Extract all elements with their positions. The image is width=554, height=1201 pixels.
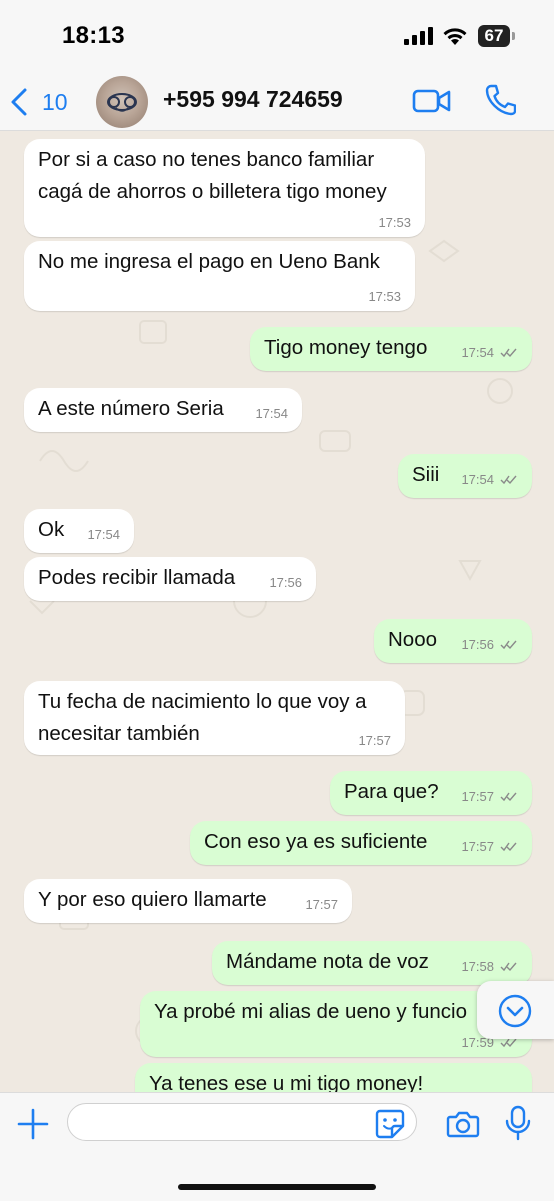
double-check-icon [500, 842, 517, 852]
incoming-message[interactable]: Y por eso quiero llamarte 17:57 [24, 879, 352, 923]
message-time: 17:54 [255, 406, 288, 421]
message-time: 17:53 [368, 289, 401, 304]
outgoing-message[interactable]: Para que? 17:57 [330, 771, 532, 815]
message-text: A este número Seria [38, 397, 224, 420]
phone-icon[interactable] [484, 83, 516, 117]
message-text: Y por eso quiero llamarte [38, 888, 267, 911]
message-text: cagá de ahorros o billetera tigo money [38, 180, 387, 203]
incoming-message[interactable]: A este número Seria 17:54 [24, 388, 302, 432]
double-check-icon [500, 962, 517, 972]
video-camera-icon[interactable] [412, 86, 452, 116]
incoming-message[interactable]: Ok 17:54 [24, 509, 134, 553]
outgoing-message[interactable]: Mándame nota de voz 17:58 [212, 941, 532, 985]
status-bar: 18:13 67 [0, 0, 554, 74]
message-time: 17:53 [378, 215, 411, 230]
wifi-icon [443, 28, 467, 45]
home-indicator [178, 1184, 376, 1190]
battery-indicator: 67 [478, 25, 516, 47]
outgoing-message[interactable]: Nooo 17:56 [374, 619, 532, 663]
message-input[interactable] [67, 1103, 417, 1141]
chevron-left-icon [11, 88, 27, 116]
message-text: Mándame nota de voz [226, 950, 429, 973]
avatar[interactable] [96, 76, 148, 128]
back-button[interactable]: 10 [8, 82, 68, 122]
message-text: Nooo [388, 628, 438, 651]
message-text: Podes recibir llamada [38, 566, 236, 589]
message-text: Con eso ya es suficiente [204, 830, 428, 853]
double-check-icon [500, 348, 517, 358]
status-time: 18:13 [62, 22, 125, 49]
message-time: 17:54 [87, 527, 120, 542]
microphone-icon[interactable] [505, 1105, 531, 1141]
battery-level: 67 [484, 26, 504, 45]
message-time: 17:57 [461, 839, 494, 854]
unread-count: 10 [42, 88, 68, 115]
contact-name[interactable]: +595 994 724659 [163, 86, 343, 113]
message-time: 17:54 [461, 345, 494, 360]
chevron-down-icon [498, 994, 532, 1028]
outgoing-message[interactable]: Ya probé mi alias de ueno y funcio 17:59 [140, 991, 532, 1057]
message-text: No me ingresa el pago en Ueno Bank [38, 250, 380, 273]
message-text: Tigo money tengo [264, 336, 428, 359]
incoming-message[interactable]: No me ingresa el pago en Ueno Bank 17:53 [24, 241, 415, 311]
message-time: 17:56 [461, 637, 494, 652]
incoming-message[interactable]: Por si a caso no tenes banco familiar cag… [24, 139, 425, 237]
outgoing-message[interactable]: Con eso ya es suficiente 17:57 [190, 821, 532, 865]
chat-header: 10 +595 994 724659 [0, 74, 554, 131]
message-time: 17:57 [358, 733, 391, 748]
plus-icon[interactable] [17, 1108, 49, 1140]
message-text: Por si a caso no tenes banco familiar [38, 148, 375, 171]
incoming-message[interactable]: Podes recibir llamada 17:56 [24, 557, 316, 601]
double-check-icon [500, 640, 517, 650]
message-text: Siii [412, 463, 440, 486]
sticker-icon[interactable] [374, 1108, 406, 1140]
message-text: Para que? [344, 780, 439, 803]
double-check-icon [500, 475, 517, 485]
message-text: Ok [38, 518, 65, 541]
message-text: Ya tenes ese u mi tigo money! [149, 1072, 424, 1092]
message-time: 17:57 [461, 789, 494, 804]
double-check-icon [500, 792, 517, 802]
signal-icon [404, 27, 433, 45]
outgoing-message[interactable]: Ya tenes ese u mi tigo money!17:59 [135, 1063, 532, 1092]
message-text: Tu fecha de nacimiento lo que voy a [38, 690, 367, 713]
outgoing-message[interactable]: Siii 17:54 [398, 454, 532, 498]
message-composer [0, 1092, 554, 1201]
scroll-to-bottom-button[interactable] [477, 981, 554, 1039]
camera-icon[interactable] [446, 1109, 480, 1139]
outgoing-message[interactable]: Tigo money tengo 17:54 [250, 327, 532, 371]
message-text: Ya probé mi alias de ueno y funcio [154, 1000, 468, 1023]
message-time: 17:56 [269, 575, 302, 590]
chat-area[interactable]: Por si a caso no tenes banco familiar cag… [0, 131, 554, 1092]
message-text: necesitar también [38, 722, 200, 745]
message-time: 17:54 [461, 472, 494, 487]
message-time: 17:57 [305, 897, 338, 912]
incoming-message[interactable]: Tu fecha de nacimiento lo que voy a neces… [24, 681, 405, 755]
message-time: 17:58 [461, 959, 494, 974]
